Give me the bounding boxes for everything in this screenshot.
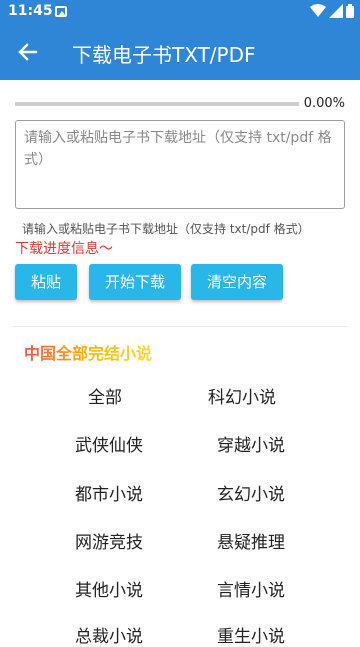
category-item[interactable]: 全部: [30, 383, 180, 408]
status-time: 11:45: [8, 3, 53, 19]
battery-icon: [346, 4, 354, 18]
start-download-button[interactable]: 开始下载: [89, 264, 181, 300]
category-item[interactable]: 重生小说: [176, 622, 326, 647]
clear-content-button[interactable]: 清空内容: [191, 264, 283, 300]
app-bar: 下载电子书TXT/PDF: [0, 24, 360, 80]
status-bar: 11:45: [0, 0, 360, 24]
category-item[interactable]: 其他小说: [34, 576, 184, 601]
download-progress: 0.00%: [15, 96, 345, 112]
image-notification-icon: [55, 6, 67, 17]
progress-percent: 0.00%: [303, 96, 345, 111]
divider: [12, 326, 348, 327]
wifi-icon: [310, 4, 326, 17]
progress-info-text: 下载进度信息～: [15, 241, 113, 257]
category-item[interactable]: 都市小说: [34, 480, 184, 505]
category-item[interactable]: 悬疑推理: [176, 528, 326, 553]
status-icons: [310, 4, 354, 18]
input-hint: 请输入或粘贴电子书下载地址（仅支持 txt/pdf 格式）: [22, 222, 310, 236]
category-item[interactable]: 总裁小说: [34, 622, 184, 647]
page-title: 下载电子书TXT/PDF: [72, 43, 256, 67]
url-input-box[interactable]: [15, 120, 345, 209]
url-input[interactable]: [24, 127, 336, 202]
category-item[interactable]: 言情小说: [176, 576, 326, 601]
category-item[interactable]: 网游竞技: [34, 528, 184, 553]
category-item[interactable]: 武侠仙侠: [34, 431, 184, 456]
category-item[interactable]: 玄幻小说: [176, 480, 326, 505]
signal-icon: [329, 4, 343, 18]
category-title-text: 中国全部完结小说: [24, 344, 153, 363]
category-item[interactable]: 科幻小说: [167, 383, 317, 408]
back-arrow-icon[interactable]: [14, 38, 42, 66]
paste-button[interactable]: 粘贴: [15, 264, 77, 300]
category-item[interactable]: 穿越小说: [176, 431, 326, 456]
category-title: 中国全部完结小说: [24, 340, 152, 364]
progress-bar: [15, 102, 299, 106]
